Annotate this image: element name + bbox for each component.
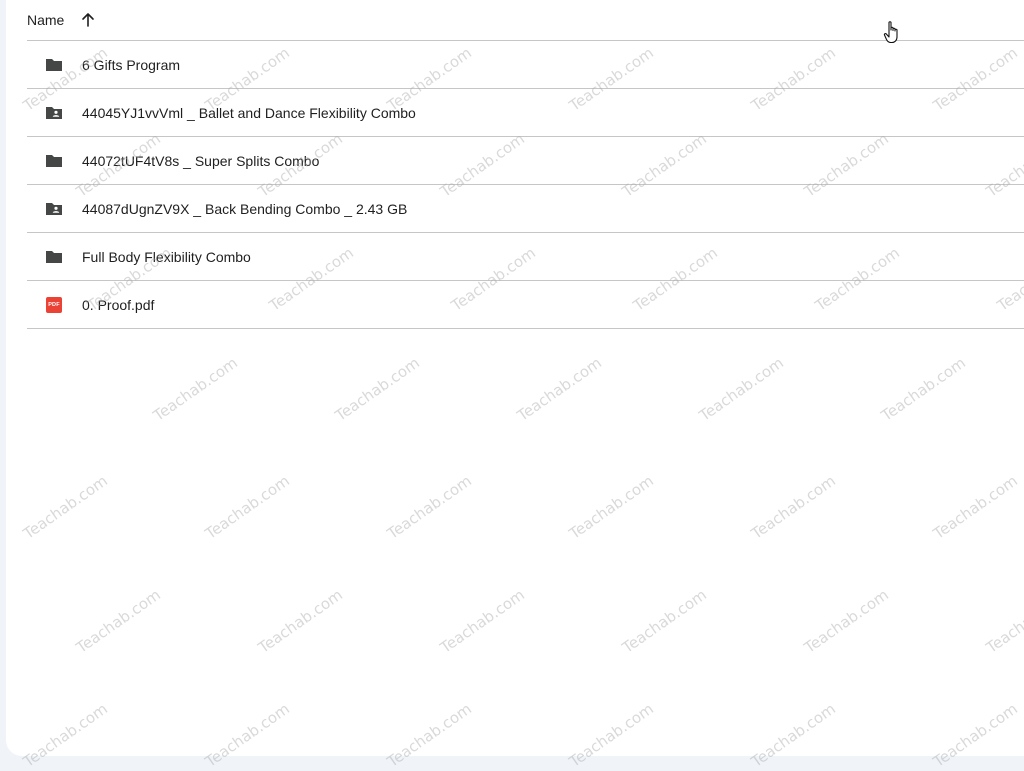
- file-name: 6 Gifts Program: [82, 56, 181, 73]
- pdf-badge: PDF: [46, 296, 62, 313]
- list-item[interactable]: 44072tUF4tV8s _ Super Splits Combo: [27, 137, 1024, 185]
- file-list: 6 Gifts Program 44045YJ1vvVml _ Ballet a…: [27, 41, 1024, 329]
- file-name: 44087dUgnZV9X _ Back Bending Combo _ 2.4…: [82, 200, 408, 217]
- folder-icon: [44, 247, 64, 267]
- pdf-icon: PDF: [44, 295, 64, 315]
- list-item[interactable]: Full Body Flexibility Combo: [27, 233, 1024, 281]
- arrow-upward-icon[interactable]: [80, 12, 96, 28]
- list-item[interactable]: PDF 0. Proof.pdf: [27, 281, 1024, 329]
- list-header: Name: [27, 0, 1024, 41]
- list-item[interactable]: 44045YJ1vvVml _ Ballet and Dance Flexibi…: [27, 89, 1024, 137]
- list-item[interactable]: 44087dUgnZV9X _ Back Bending Combo _ 2.4…: [27, 185, 1024, 233]
- file-list-panel: Name 6 Gifts Program 44045YJ1vvVml _ Bal…: [6, 0, 1024, 756]
- file-name: 0. Proof.pdf: [82, 296, 155, 313]
- list-item[interactable]: 6 Gifts Program: [27, 41, 1024, 89]
- shared-folder-icon: [44, 199, 64, 219]
- hand-cursor-icon: [882, 20, 902, 46]
- folder-icon: [44, 55, 64, 75]
- name-column-header[interactable]: Name: [27, 12, 64, 28]
- file-name: 44072tUF4tV8s _ Super Splits Combo: [82, 152, 320, 169]
- folder-icon: [44, 151, 64, 171]
- shared-folder-icon: [44, 103, 64, 123]
- file-name: 44045YJ1vvVml _ Ballet and Dance Flexibi…: [82, 104, 416, 121]
- file-name: Full Body Flexibility Combo: [82, 248, 251, 265]
